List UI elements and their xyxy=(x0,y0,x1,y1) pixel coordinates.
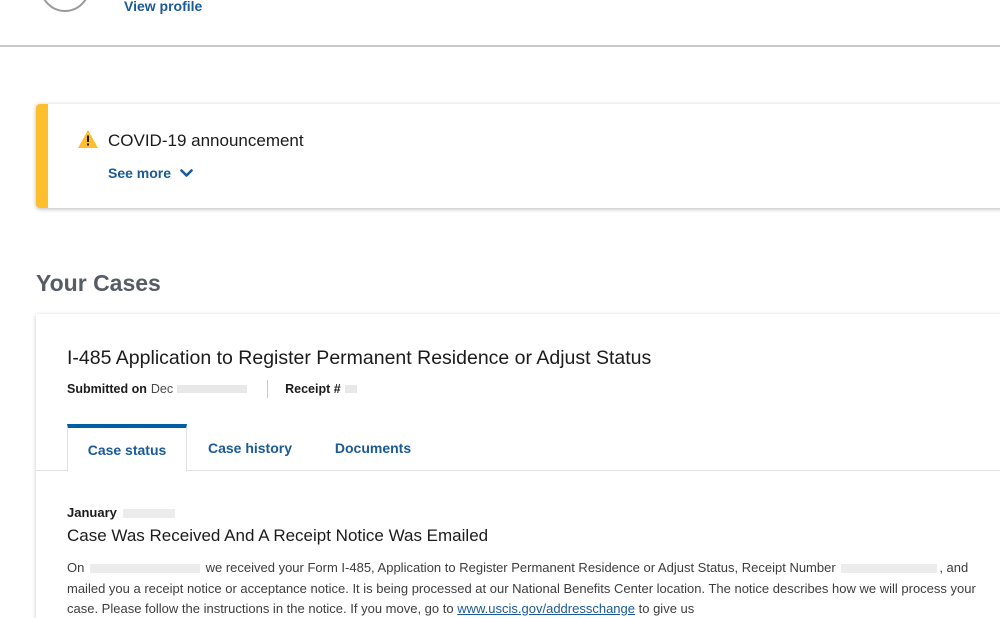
covid-announcement-banner: COVID-19 announcement See more xyxy=(36,104,1000,208)
redacted-day xyxy=(122,509,175,519)
top-header: View profile xyxy=(0,0,1000,47)
case-title: I-485 Application to Register Permanent … xyxy=(67,347,652,369)
redacted-received-date xyxy=(89,564,200,574)
update-body-part4: to give us xyxy=(638,601,695,616)
update-title: Case Was Received And A Receipt Notice W… xyxy=(67,526,489,545)
update-date: January xyxy=(67,505,177,520)
warning-triangle-icon xyxy=(78,130,98,148)
case-meta: Submitted on Dec Receipt # xyxy=(67,380,357,398)
tab-case-history[interactable]: Case history xyxy=(200,424,300,471)
address-change-link[interactable]: www.uscis.gov/addresschange xyxy=(457,601,635,616)
update-body-part1: On xyxy=(67,560,85,575)
avatar[interactable] xyxy=(40,0,90,12)
meta-divider xyxy=(267,380,269,398)
receipt-label: Receipt # xyxy=(285,382,341,396)
update-body-part2: we received your Form I-485, Application… xyxy=(205,560,836,575)
redacted-receipt-number xyxy=(841,564,938,574)
tab-case-status[interactable]: Case status xyxy=(67,424,187,472)
update-body: On we received your Form I-485, Applicat… xyxy=(67,558,982,618)
case-card: I-485 Application to Register Permanent … xyxy=(36,314,1000,618)
your-cases-heading: Your Cases xyxy=(36,270,161,296)
view-profile-link[interactable]: View profile xyxy=(124,0,202,14)
redacted-date xyxy=(177,385,248,393)
chevron-down-icon xyxy=(180,168,193,177)
submitted-label: Submitted on xyxy=(67,382,147,396)
tab-documents[interactable]: Documents xyxy=(323,424,423,471)
see-more-button[interactable]: See more xyxy=(108,165,193,181)
submitted-value: Dec xyxy=(150,382,174,396)
case-tabs: Case status Case history Documents xyxy=(36,424,1000,472)
announcement-title: COVID-19 announcement xyxy=(108,131,304,150)
redacted-receipt xyxy=(344,385,357,393)
see-more-label: See more xyxy=(108,165,172,181)
update-date-text: January xyxy=(67,505,117,520)
